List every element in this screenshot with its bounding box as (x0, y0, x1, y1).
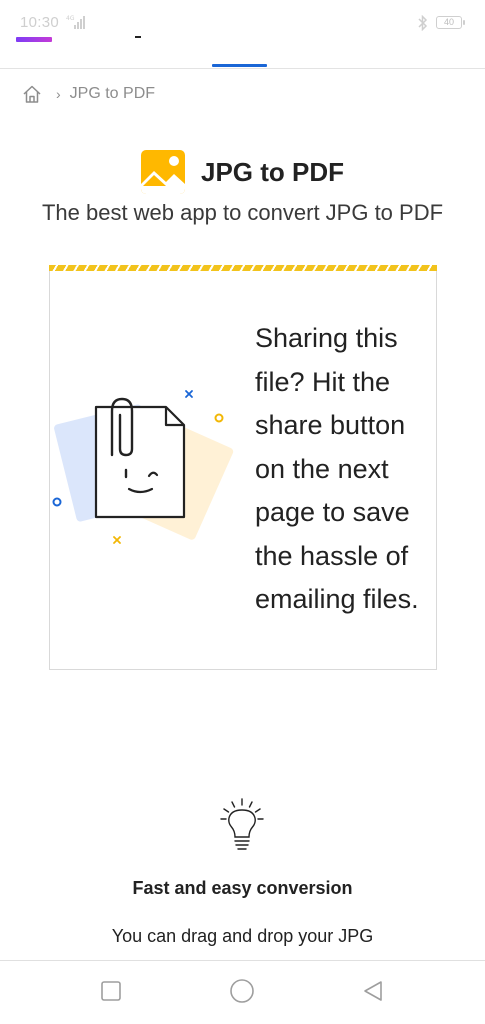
tip-card: Sharing this file? Hit the share button … (49, 265, 437, 670)
hazard-stripe (49, 265, 437, 271)
image-icon (140, 150, 185, 194)
feature-title: Fast and easy conversion (132, 878, 353, 898)
battery-level: 40 (443, 17, 454, 27)
tip-text: Sharing this file? Hit the share button … (255, 323, 419, 614)
breadcrumb: › JPG to PDF (22, 83, 155, 105)
feature-description: You can drag and drop your JPG (111, 926, 374, 946)
screen: 10:30 4G 40 › JPG to PDF JPG to PDF The … (0, 0, 485, 1024)
paperclip-file-icon (52, 390, 234, 544)
breadcrumb-separator: › (56, 86, 61, 102)
notification-stripe (16, 37, 52, 42)
home-icon[interactable] (22, 84, 42, 104)
status-time: 10:30 (20, 14, 60, 31)
signal-icon: 4G (66, 15, 85, 29)
page-subtitle: The best web app to convert JPG to PDF (41, 200, 444, 225)
title-row: JPG to PDF (0, 150, 485, 194)
lightbulb-icon (220, 798, 264, 850)
back-icon[interactable] (361, 979, 385, 1003)
notification-dash (135, 36, 141, 38)
breadcrumb-current[interactable]: JPG to PDF (70, 85, 155, 103)
svg-text:4G: 4G (66, 15, 75, 22)
home-nav-icon[interactable] (229, 978, 255, 1004)
status-bar: 10:30 4G 40 (0, 0, 485, 50)
page-title: JPG to PDF (200, 156, 344, 187)
header-divider (0, 68, 485, 69)
recent-apps-icon[interactable] (99, 979, 123, 1003)
active-tab-indicator (212, 64, 267, 67)
bluetooth-icon (418, 15, 428, 31)
battery-indicator: 40 (436, 16, 465, 29)
system-nav-bar (0, 961, 485, 1024)
